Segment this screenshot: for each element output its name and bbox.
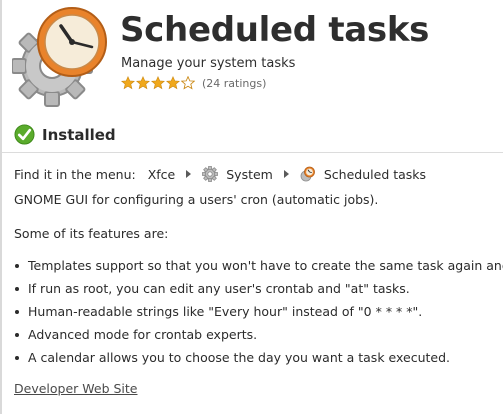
app-subtitle: Manage your system tasks (121, 56, 296, 71)
rating-stars (121, 76, 196, 90)
feature-item: Advanced mode for crontab experts. (14, 326, 503, 349)
menu-crumb-label: Scheduled tasks (323, 166, 427, 182)
feature-item: A calendar allows you to choose the day … (14, 349, 503, 372)
check-circle-icon (14, 124, 35, 145)
app-description: Find it in the menu: Xfce System Schedul… (14, 164, 503, 396)
feature-item: Templates support so that you won't have… (14, 257, 503, 280)
menu-crumb-scheduled-tasks: Scheduled tasks (300, 166, 426, 182)
star-empty-icon (181, 76, 195, 90)
menu-crumb-label: Xfce (147, 166, 176, 182)
rating: (24 ratings) (121, 76, 266, 90)
chevron-right-icon (283, 170, 289, 178)
status-label: Installed (42, 125, 116, 144)
clock-gear-icon (300, 166, 315, 182)
developer-website-link[interactable]: Developer Web Site (14, 381, 138, 396)
star-full-icon (136, 76, 150, 90)
feature-item: If run as root, you can edit any user's … (14, 280, 503, 303)
left-border (0, 0, 2, 414)
star-full-icon (121, 76, 135, 90)
software-detail-page: Scheduled tasks Manage your system tasks… (0, 0, 503, 414)
app-header: Scheduled tasks Manage your system tasks… (12, 4, 492, 116)
gear-icon (202, 166, 219, 182)
install-status: Installed (14, 124, 116, 145)
star-full-icon (151, 76, 165, 90)
app-title: Scheduled tasks (120, 10, 430, 50)
divider (2, 152, 503, 153)
rating-count: (24 ratings) (202, 76, 267, 90)
menu-path-prefix: Find it in the menu: (14, 166, 136, 182)
clock-gear-icon (12, 7, 107, 107)
app-summary: GNOME GUI for configuring a users' cron … (14, 192, 379, 207)
chevron-right-icon (186, 170, 192, 178)
star-full-icon (166, 76, 180, 90)
menu-crumb-label: System (226, 166, 273, 182)
menu-crumb-system: System (202, 166, 273, 182)
menu-crumb-xfce: Xfce (148, 167, 176, 182)
feature-item: Human-readable strings like "Every hour"… (14, 303, 503, 326)
features-list: Templates support so that you won't have… (14, 257, 503, 372)
menu-path: Find it in the menu: Xfce System Schedul… (14, 164, 503, 184)
features-heading: Some of its features are: (14, 226, 169, 241)
